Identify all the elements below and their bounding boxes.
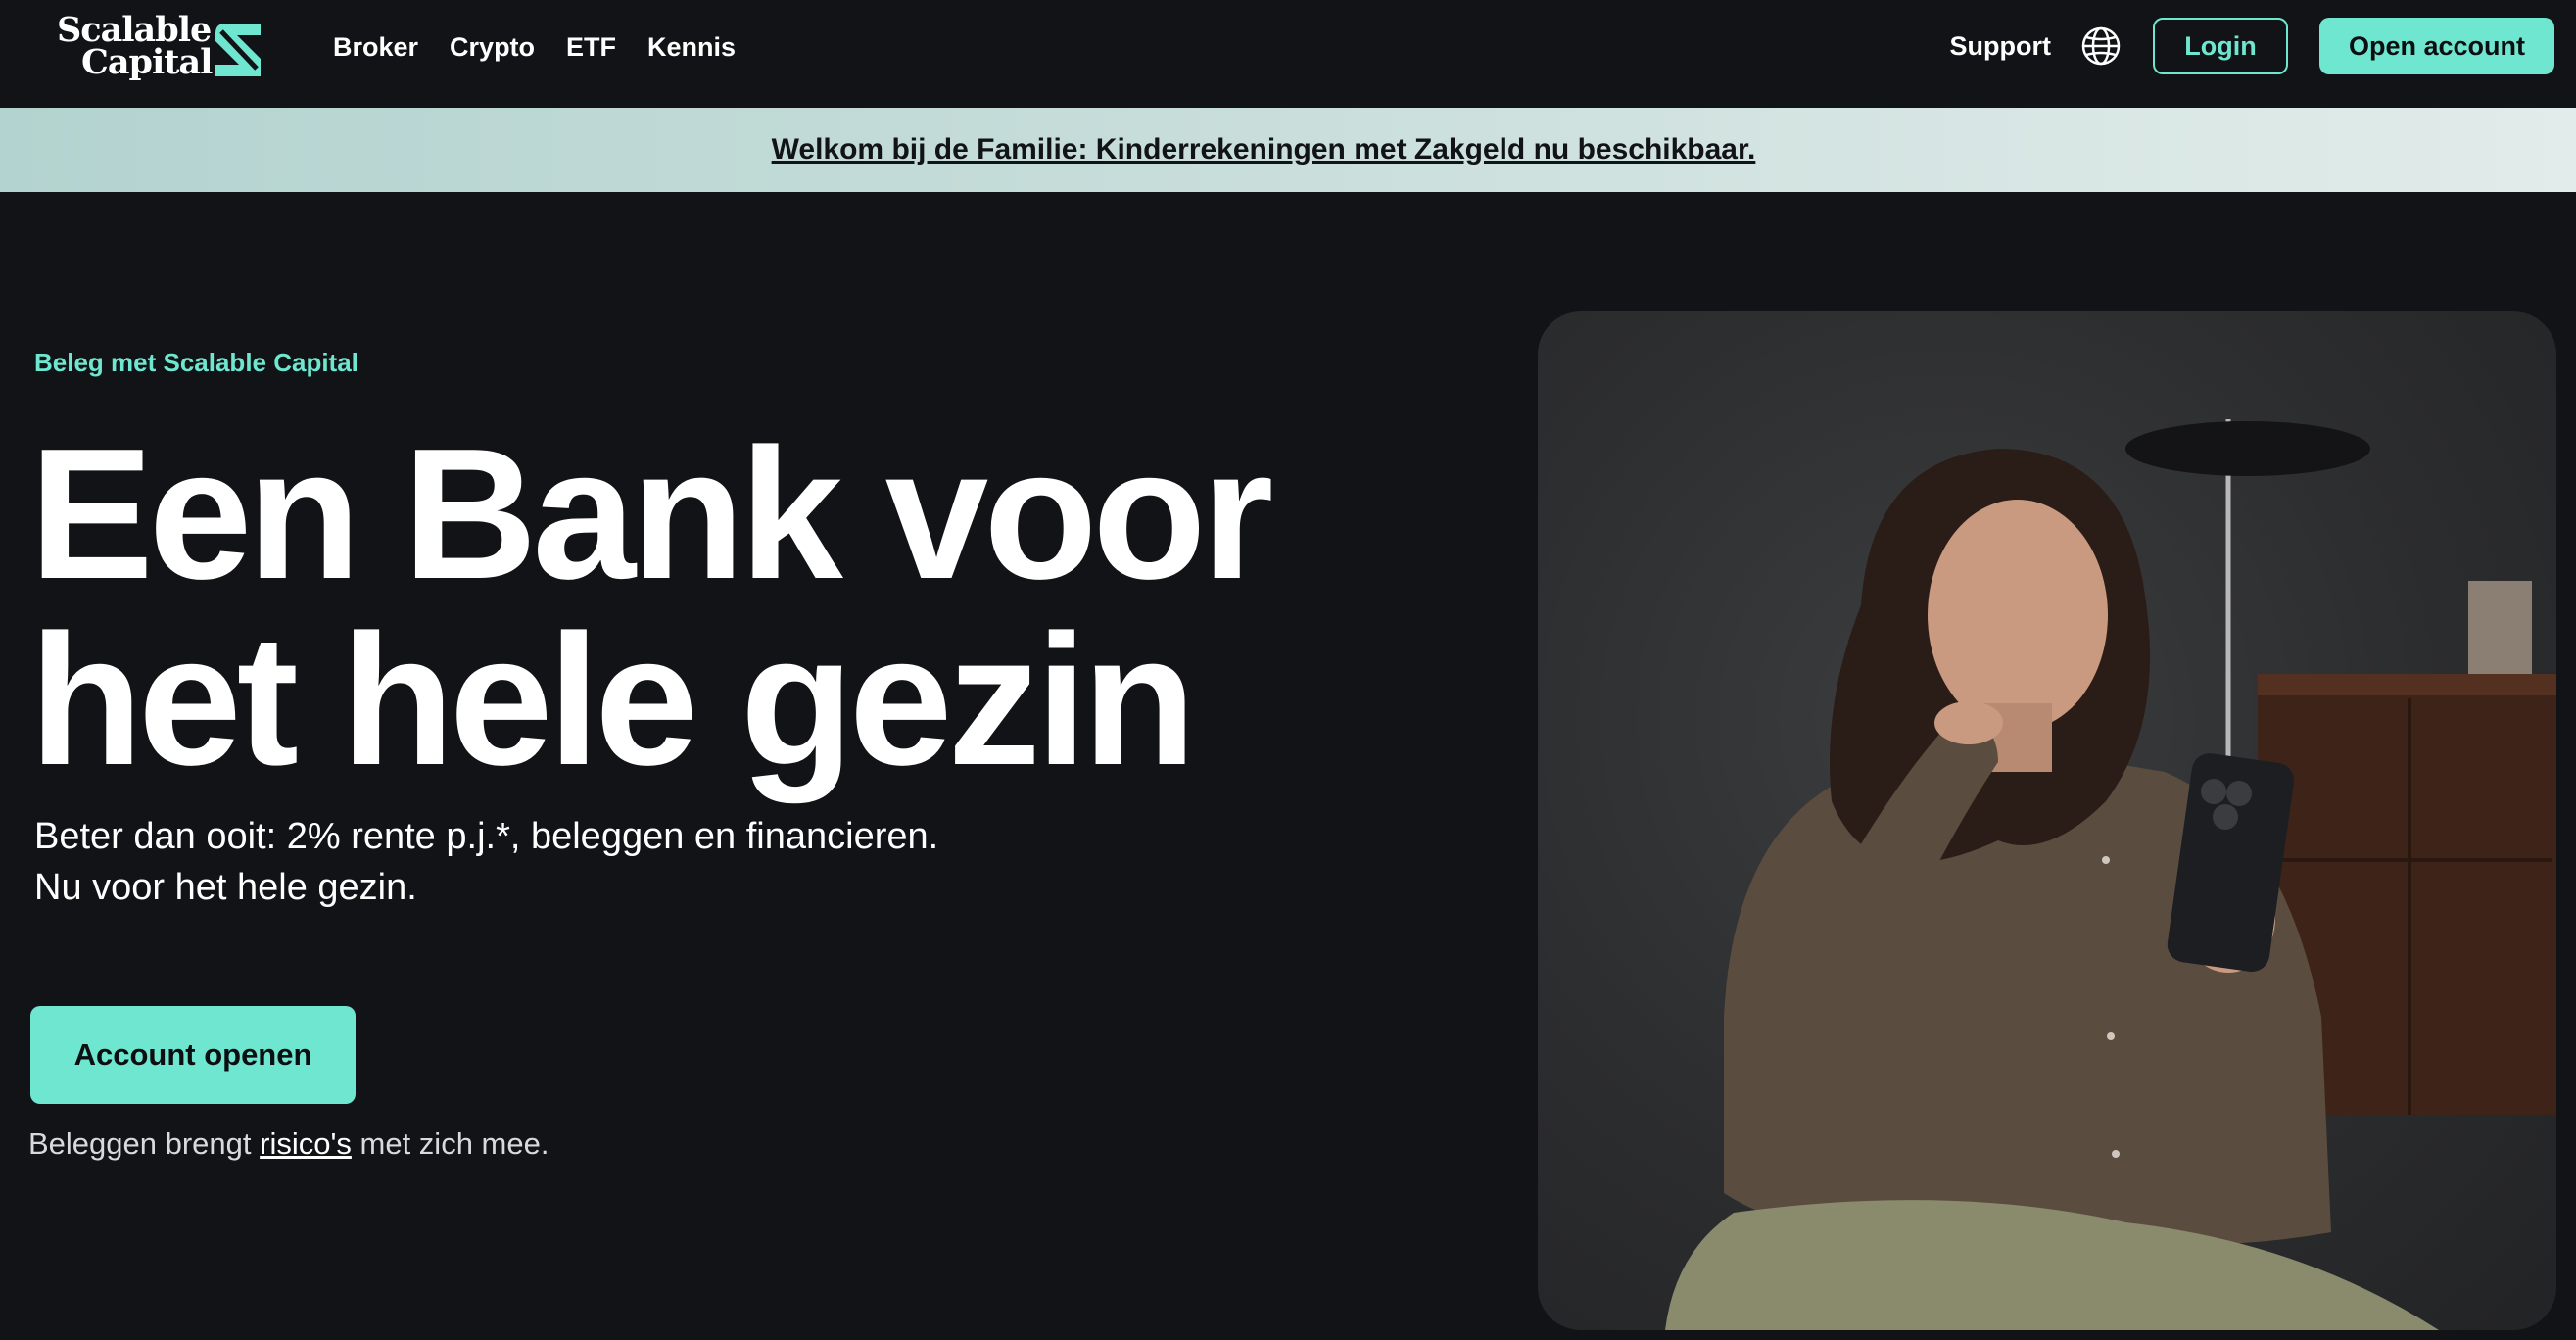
hero-photo (1538, 311, 2556, 1330)
nav-actions: Support Login Open account (1950, 18, 2554, 74)
top-navbar: Scalable Capital Broker Crypto ETF Kenni… (0, 0, 2576, 108)
risk-disclaimer: Beleggen brengt risico's met zich mee. (28, 1126, 549, 1162)
logo-line-2: Capital (81, 42, 213, 82)
risk-suffix: met zich mee. (351, 1126, 549, 1161)
vase (2468, 581, 2532, 689)
risk-link[interactable]: risico's (260, 1126, 352, 1161)
hero-eyebrow: Beleg met Scalable Capital (34, 348, 358, 377)
nav-link-kennis[interactable]: Kennis (647, 27, 736, 67)
hero-title-line-2: het hele gezin (29, 597, 1196, 804)
scalable-capital-logo[interactable]: Scalable Capital (57, 13, 272, 82)
login-button[interactable]: Login (2153, 18, 2288, 74)
open-account-button[interactable]: Open account (2319, 18, 2554, 74)
hero-subtitle: Beter dan ooit: 2% rente p.j.*, beleggen… (34, 811, 938, 913)
nav-link-crypto[interactable]: Crypto (450, 27, 535, 67)
lamp-shade (2125, 421, 2370, 476)
logo-s-mark-icon (215, 24, 261, 76)
face (1928, 500, 2108, 731)
hero-subtitle-line-1: Beter dan ooit: 2% rente p.j.*, beleggen… (34, 816, 939, 857)
nav-link-etf[interactable]: ETF (566, 27, 616, 67)
nav-link-broker[interactable]: Broker (333, 27, 418, 67)
hero-title-line-1: Een Bank voor (29, 410, 1273, 618)
banner-link[interactable]: Welkom bij de Familie: Kinderrekeningen … (772, 133, 1756, 167)
support-link[interactable]: Support (1950, 31, 2051, 62)
hero-subtitle-line-2: Nu voor het hele gezin. (34, 867, 417, 908)
hero-title: Een Bank voor het hele gezin (29, 421, 1401, 793)
announcement-banner: Welkom bij de Familie: Kinderrekeningen … (0, 108, 2576, 192)
main-nav: Broker Crypto ETF Kennis (333, 27, 736, 67)
logo-wordmark: Scalable Capital (57, 13, 213, 82)
account-openen-button[interactable]: Account openen (30, 1006, 356, 1104)
hero-photo-illustration (1665, 419, 2556, 1330)
risk-prefix: Beleggen brengt (28, 1126, 261, 1161)
globe-icon[interactable] (2080, 25, 2122, 67)
